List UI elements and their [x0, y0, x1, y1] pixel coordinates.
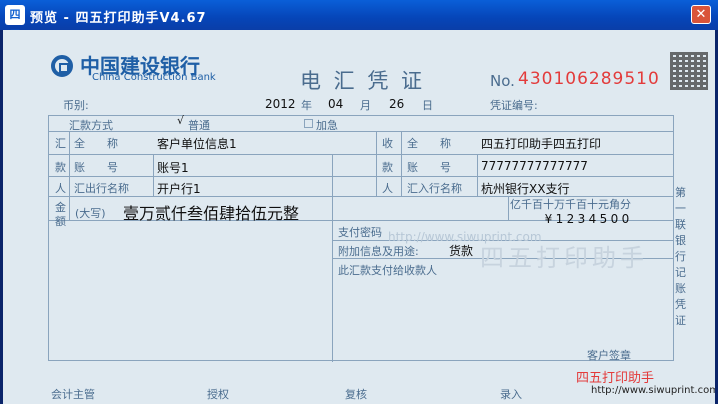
remitter-account: 账号1 — [157, 161, 189, 175]
qr-code-icon — [670, 52, 708, 90]
payee-account: 77777777777777 — [481, 159, 588, 173]
amount-upper-label: (大写) — [75, 207, 106, 220]
payee-name: 四五打印助手四五打印 — [481, 137, 602, 151]
amount-digit: 0 — [610, 212, 619, 226]
brand-label: 四五打印助手 — [576, 371, 655, 386]
amount-digit: 1 — [555, 212, 564, 226]
amount-digit: 5 — [599, 212, 608, 226]
close-button[interactable]: ✕ — [691, 5, 711, 24]
bank-name-en: China Construction Bank — [92, 72, 216, 83]
urgent-checkbox[interactable] — [304, 119, 313, 128]
footer-label-accountant: 会计主管 — [51, 388, 95, 401]
payee-label-3: 人 — [382, 182, 393, 195]
extra-info-label: 附加信息及用途: — [338, 245, 419, 258]
customer-sign-label: 客户签章 — [587, 349, 631, 362]
amount-digit — [532, 212, 543, 226]
digit-header: 百 — [532, 198, 543, 211]
remit-method-label: 汇款方式 — [69, 119, 113, 132]
remitter-label-3: 人 — [55, 182, 66, 195]
digit-header: 十 — [543, 198, 554, 211]
title-bar: 四五 预览 - 四五打印助手V4.67 ✕ — [0, 0, 718, 41]
digit-header: 元 — [598, 198, 609, 211]
digit-header: 万 — [554, 198, 565, 211]
digit-header: 百 — [576, 198, 587, 211]
amount-digit: 0 — [621, 212, 630, 226]
digit-header: 千 — [521, 198, 532, 211]
date-year: 2012 — [265, 97, 296, 111]
document-title: 电 汇 凭 证 — [300, 69, 426, 93]
payee-label-2: 款 — [382, 161, 393, 174]
window-title: 预览 - 四五打印助手V4.67 — [30, 11, 207, 26]
amount-label-2: 额 — [55, 215, 66, 228]
remitter-account-label: 账 号 — [74, 161, 118, 174]
amount-digit: 2 — [566, 212, 575, 226]
date-day: 26 — [389, 97, 405, 111]
remitter-bank-label: 汇出行名称 — [74, 182, 129, 195]
digit-header: 千 — [565, 198, 576, 211]
amount-digit — [521, 212, 532, 226]
amount-digit — [510, 212, 521, 226]
digit-header: 十 — [587, 198, 598, 211]
digit-header: 角 — [609, 198, 620, 211]
currency-label: 币别: — [63, 99, 89, 112]
digit-headers: 亿 千 百 十 万 千 百 十 元 角 分 — [510, 196, 631, 212]
payee-bank-label: 汇入行名称 — [407, 182, 462, 195]
amount-in-words: 壹万贰仟叁佰肆拾伍元整 — [123, 204, 300, 223]
remitter-bank: 开户行1 — [157, 182, 201, 196]
bank-logo-icon — [51, 55, 73, 77]
copy-side-label: 第一联 银行记账凭证 — [675, 186, 686, 327]
footer-label-entry: 录入 — [500, 388, 522, 401]
voucher-no-label: 凭证编号: — [490, 99, 538, 112]
footer-label-review: 复核 — [345, 388, 367, 401]
footer-label-authorize: 授权 — [207, 388, 229, 401]
watermark-text: 四五打印助手 — [480, 244, 648, 272]
app-icon: 四五 — [5, 5, 25, 41]
remitter-label-1: 汇 — [55, 137, 66, 150]
normal-option-label: 普通 — [188, 119, 210, 132]
normal-checkbox-mark[interactable]: √ — [177, 114, 184, 127]
payment-notice: 此汇款支付给收款人 — [338, 264, 437, 277]
remittance-slip: 中国建设银行 China Construction Bank 电 汇 凭 证 N… — [3, 30, 715, 404]
extra-info-value: 货款 — [449, 244, 474, 258]
amount-digit: ¥ — [544, 212, 553, 226]
payee-fullname-label: 全 称 — [407, 137, 451, 150]
urgent-option-label: 加急 — [316, 119, 338, 132]
amount-digit: 4 — [588, 212, 597, 226]
amount-digit: 3 — [577, 212, 586, 226]
serial-number: 430106289510 — [518, 69, 660, 89]
date-day-label: 日 — [422, 99, 433, 112]
remitter-name: 客户单位信息1 — [157, 137, 237, 151]
digit-header: 亿 — [510, 198, 521, 211]
date-month: 04 — [328, 97, 344, 111]
amount-digits: ¥ 1 2 3 4 5 0 0 — [510, 212, 631, 226]
date-year-label: 年 — [301, 99, 312, 112]
pay-password-label: 支付密码 — [338, 226, 382, 239]
payee-label-1: 收 — [382, 137, 393, 150]
remitter-fullname-label: 全 称 — [74, 137, 118, 150]
remitter-label-2: 款 — [55, 161, 66, 174]
payee-account-label: 账 号 — [407, 161, 451, 174]
brand-url: http://www.siwuprint.com — [591, 385, 715, 396]
digit-header: 分 — [620, 198, 631, 211]
payee-bank: 杭州银行XX支行 — [481, 182, 570, 196]
date-month-label: 月 — [360, 99, 371, 112]
serial-no-label: No. — [490, 72, 515, 90]
